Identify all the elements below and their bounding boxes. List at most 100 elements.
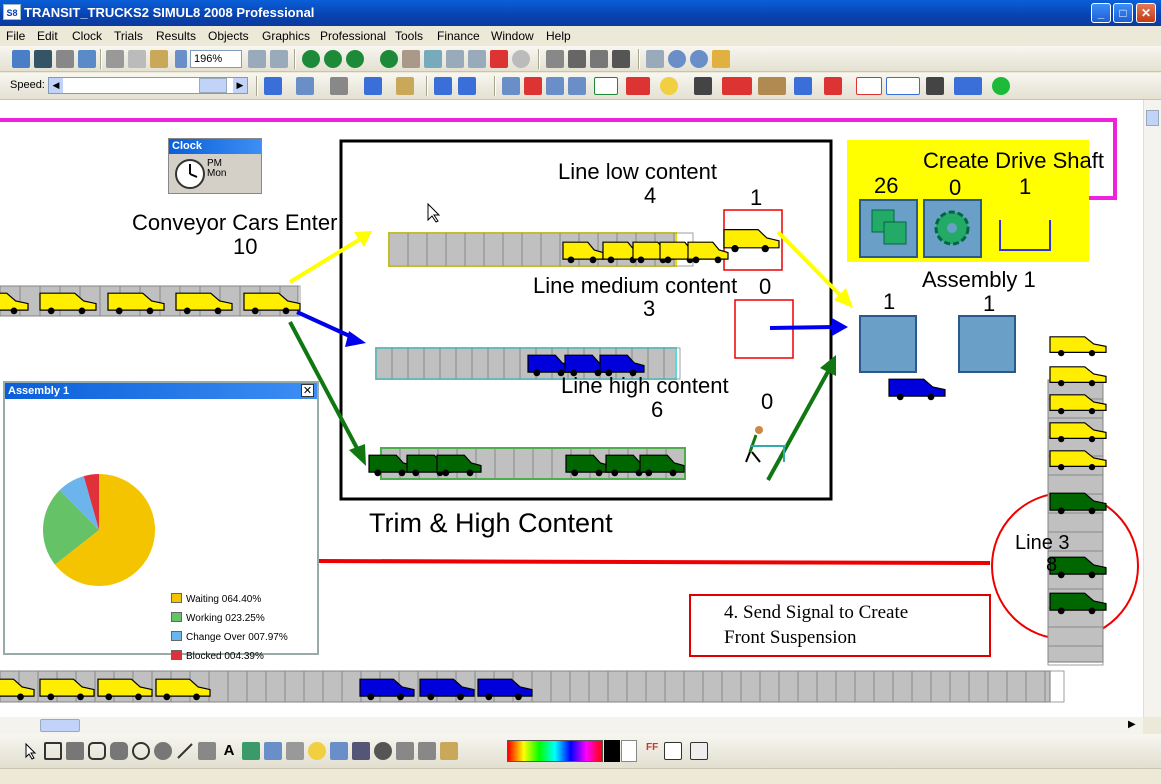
menu-trials[interactable]: Trials bbox=[114, 29, 143, 43]
speed-slider[interactable]: ◀ ▶ bbox=[48, 77, 248, 94]
signal-note[interactable]: 4. Send Signal to Create Front Suspensio… bbox=[689, 594, 991, 657]
menu-clock[interactable]: Clock bbox=[72, 29, 102, 43]
ellipse-tool-icon[interactable] bbox=[132, 742, 150, 760]
worker-icon[interactable] bbox=[926, 77, 944, 95]
tag-icon[interactable] bbox=[712, 50, 730, 68]
step-icon[interactable] bbox=[324, 50, 342, 68]
speed-right-arrow[interactable]: ▶ bbox=[233, 78, 247, 93]
fill-tool-icon[interactable] bbox=[330, 742, 348, 760]
color-palette[interactable] bbox=[507, 740, 603, 762]
filled-rectangle-tool-icon[interactable] bbox=[66, 742, 84, 760]
cut-icon[interactable] bbox=[106, 50, 124, 68]
text-tool-icon[interactable]: A bbox=[220, 742, 238, 760]
view-icon[interactable] bbox=[590, 50, 608, 68]
table-icon[interactable] bbox=[446, 50, 464, 68]
copy-objects-icon[interactable] bbox=[296, 77, 314, 95]
brush-tool-icon[interactable] bbox=[440, 742, 458, 760]
binoculars-icon[interactable] bbox=[612, 50, 630, 68]
rounded-rectangle-tool-icon[interactable] bbox=[88, 742, 106, 760]
arrow-right-icon[interactable] bbox=[954, 77, 982, 95]
speed-left-arrow[interactable]: ◀ bbox=[49, 78, 63, 93]
vl-run-icon[interactable] bbox=[690, 50, 708, 68]
menu-finance[interactable]: Finance bbox=[437, 29, 480, 43]
save-icon[interactable] bbox=[34, 50, 52, 68]
hscroll-right-arrow[interactable]: ▶ bbox=[1128, 719, 1136, 730]
sheet-icon[interactable] bbox=[468, 50, 486, 68]
results-icon[interactable] bbox=[512, 50, 530, 68]
paste-icon[interactable] bbox=[150, 50, 168, 68]
simulation-canvas[interactable]: Clock PM Mon Conveyor Cars Enter 10 Line… bbox=[0, 100, 1143, 717]
bulb-icon[interactable] bbox=[660, 77, 678, 95]
go-icon[interactable] bbox=[992, 77, 1010, 95]
dots-grid-icon[interactable] bbox=[270, 50, 288, 68]
vl-icon[interactable] bbox=[668, 50, 686, 68]
menu-window[interactable]: Window bbox=[491, 29, 534, 43]
z-icon[interactable] bbox=[594, 77, 618, 95]
speed-thumb[interactable] bbox=[199, 78, 227, 93]
search-icon[interactable] bbox=[546, 50, 564, 68]
menu-edit[interactable]: Edit bbox=[37, 29, 58, 43]
layers-icon[interactable] bbox=[646, 50, 664, 68]
spinner-icon[interactable] bbox=[690, 742, 708, 760]
pointer-person-icon[interactable] bbox=[824, 77, 842, 95]
clock-icon[interactable] bbox=[626, 77, 650, 95]
p-icon[interactable] bbox=[856, 77, 882, 95]
zoom-select[interactable]: 196% bbox=[190, 50, 242, 68]
connect-icon[interactable] bbox=[434, 77, 452, 95]
filled-rounded-tool-icon[interactable] bbox=[110, 742, 128, 760]
menu-graphics[interactable]: Graphics bbox=[262, 29, 310, 43]
font-icon[interactable]: FF bbox=[646, 742, 664, 760]
undo-icon[interactable] bbox=[78, 50, 96, 68]
pyramid-icon[interactable] bbox=[758, 77, 786, 95]
menu-tools[interactable]: Tools bbox=[395, 29, 423, 43]
dollar-icon[interactable] bbox=[490, 50, 508, 68]
distribute-tool-icon[interactable] bbox=[418, 742, 436, 760]
spray-tool-icon[interactable] bbox=[198, 742, 216, 760]
rotate-tool-icon[interactable] bbox=[374, 742, 392, 760]
menu-file[interactable]: File bbox=[6, 29, 25, 43]
stop-icon[interactable] bbox=[380, 50, 398, 68]
assembly-results-window[interactable]: Assembly 1 ✕ Waiting 064.40% Working 023… bbox=[3, 381, 319, 662]
link-icon[interactable] bbox=[458, 77, 476, 95]
checkbox-icon[interactable] bbox=[664, 742, 682, 760]
hscroll-thumb[interactable] bbox=[40, 719, 80, 732]
vscroll-thumb[interactable] bbox=[1146, 110, 1159, 126]
lock-icon[interactable] bbox=[396, 77, 414, 95]
copy-icon[interactable] bbox=[128, 50, 146, 68]
menu-professional[interactable]: Professional bbox=[320, 29, 386, 43]
queue-icon[interactable] bbox=[524, 77, 542, 95]
color-white-swatch[interactable] bbox=[621, 740, 637, 762]
menu-objects[interactable]: Objects bbox=[208, 29, 249, 43]
rectangle-tool-icon[interactable] bbox=[44, 742, 62, 760]
menu-results[interactable]: Results bbox=[156, 29, 196, 43]
eraser-tool-icon[interactable] bbox=[286, 742, 304, 760]
exit-icon[interactable] bbox=[568, 77, 586, 95]
horizontal-scrollbar[interactable]: ▶ bbox=[0, 717, 1143, 734]
vertical-scrollbar[interactable] bbox=[1143, 100, 1161, 717]
bulb-tool-icon[interactable] bbox=[308, 742, 326, 760]
line-tool-icon[interactable] bbox=[176, 742, 194, 760]
menu-help[interactable]: Help bbox=[546, 29, 571, 43]
run-icon[interactable] bbox=[346, 50, 364, 68]
person-icon[interactable] bbox=[794, 77, 812, 95]
image-tool-icon[interactable] bbox=[242, 742, 260, 760]
minimize-button[interactable]: _ bbox=[1091, 3, 1111, 23]
align-tool-icon[interactable] bbox=[396, 742, 414, 760]
maximize-button[interactable]: □ bbox=[1113, 3, 1133, 23]
filled-ellipse-tool-icon[interactable] bbox=[154, 742, 172, 760]
select-arrow-icon[interactable] bbox=[22, 742, 40, 760]
route-arrow-icon[interactable] bbox=[264, 77, 282, 95]
work-center-icon[interactable] bbox=[546, 77, 564, 95]
check-icon[interactable] bbox=[364, 77, 382, 95]
settings-icon[interactable] bbox=[330, 77, 348, 95]
resource-icon[interactable] bbox=[694, 77, 712, 95]
rewind-icon[interactable] bbox=[302, 50, 320, 68]
conveyor-icon[interactable] bbox=[722, 77, 752, 95]
print-icon[interactable] bbox=[56, 50, 74, 68]
grid-tool-icon[interactable] bbox=[352, 742, 370, 760]
camera-icon[interactable] bbox=[568, 50, 586, 68]
open-icon[interactable] bbox=[12, 50, 30, 68]
work-entry-icon[interactable] bbox=[502, 77, 520, 95]
close-button[interactable]: ✕ bbox=[1136, 3, 1156, 23]
popup-close-button[interactable]: ✕ bbox=[301, 384, 314, 397]
